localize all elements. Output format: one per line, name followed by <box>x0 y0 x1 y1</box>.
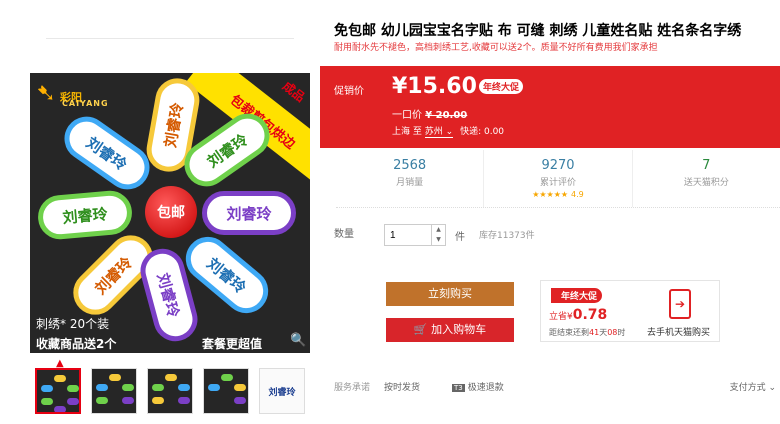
caption-gift: 收藏商品送2个 <box>36 337 117 351</box>
original-price-value: ¥ 20.00 <box>425 110 468 121</box>
main-product-image[interactable]: ➷ 彩阳 CAIYANG 包裁剪包烘边 成品 刘睿玲 刘睿玲 刘睿玲 刘睿玲 刘… <box>30 73 310 353</box>
name-tag: 刘睿玲 <box>55 108 159 198</box>
name-tag: 刘睿玲 <box>36 188 134 242</box>
thumbnail-label: 刘睿玲 <box>268 387 296 398</box>
chevron-down-icon: ⌄ <box>768 383 776 393</box>
price-label: 促销价 <box>334 86 364 97</box>
stat-monthly-sales: 2568 月销量 <box>336 150 485 207</box>
caption-count: 刺绣* 20个装 <box>36 317 110 331</box>
quantity-stepper[interactable]: ▲ ▼ <box>432 224 446 246</box>
payment-methods[interactable]: 支付方式 ⌄ <box>730 380 776 393</box>
countdown-hours-unit: 时 <box>617 328 626 337</box>
save-value: 0.78 <box>572 307 608 323</box>
divider <box>46 38 294 39</box>
rating: ★★★★★ 4.9 <box>484 190 631 199</box>
phone-icon: ➔ <box>669 289 691 319</box>
fast-refund[interactable]: T3 极速退款 <box>452 380 504 393</box>
ribbon-top-text: 成品 <box>279 78 308 105</box>
thumbnail[interactable]: 刘睿玲 <box>259 368 305 414</box>
chevron-down-icon[interactable]: ▼ <box>436 236 441 243</box>
countdown-hours: 08 <box>607 328 618 337</box>
thumbnail[interactable] <box>147 368 193 414</box>
buy-now-button[interactable]: 立刻购买 <box>386 282 514 306</box>
stat-reviews[interactable]: 9270 累计评价 ★★★★★ 4.9 <box>484 150 633 207</box>
rating-score: 4.9 <box>571 190 584 199</box>
free-shipping-badge: 包邮 <box>145 186 197 238</box>
product-title: 免包邮 幼儿园宝宝名字贴 布 可缝 刺绣 儿童姓名贴 姓名条名字绣 <box>334 23 742 39</box>
ship-fee: 快递: 0.00 <box>460 127 505 137</box>
fast-refund-label: 极速退款 <box>467 383 504 393</box>
name-tag: 刘睿玲 <box>202 191 296 235</box>
stat-points: 7 送天猫积分 <box>633 150 780 207</box>
brand-sub: CAIYANG <box>62 99 109 108</box>
quantity-unit: 件 <box>455 232 465 243</box>
stat-label: 送天猫积分 <box>683 178 729 188</box>
stock-count: 库存11373件 <box>479 231 535 241</box>
quantity-label: 数量 <box>334 229 354 240</box>
sales-stats: 2568 月销量 9270 累计评价 ★★★★★ 4.9 7 送天猫积分 <box>336 150 780 208</box>
original-price-label: 一口价 <box>392 110 422 121</box>
promo-badge: 年终大促 <box>479 79 524 94</box>
countdown-days-unit: 天 <box>599 328 608 337</box>
stat-label: 累计评价 <box>539 178 576 188</box>
stat-number: 2568 <box>393 158 427 173</box>
payment-methods-label: 支付方式 <box>729 383 766 393</box>
save-prefix: 立省¥ <box>549 312 573 322</box>
promo-price: ¥15.60 <box>392 74 477 99</box>
add-to-cart-label: 加入购物车 <box>431 323 487 336</box>
magnifier-icon[interactable]: 🔍 <box>290 333 308 351</box>
ship-from: 上海 <box>392 127 411 137</box>
star-icon: ★★★★★ <box>532 190 569 199</box>
promo-tag: 年终大促 <box>551 288 603 303</box>
save-amount: 立省¥0.78 <box>549 307 607 323</box>
thumbnail-strip: 刘睿玲 <box>35 368 305 414</box>
chevron-up-icon[interactable]: ▲ <box>436 226 441 233</box>
caption-bundle: 套餐更超值 <box>202 337 263 351</box>
countdown-days: 41 <box>589 328 600 337</box>
on-time-delivery[interactable]: 按时发货 <box>384 380 420 393</box>
original-price: 一口价 ¥ 20.00 <box>392 106 467 121</box>
countdown: 距结束还剩41天08时 <box>549 327 625 338</box>
mobile-buy-label: 去手机天猫购买 <box>647 328 711 338</box>
refund-icon: T3 <box>452 384 465 392</box>
stat-number: 7 <box>702 158 711 173</box>
bird-icon: ➷ <box>36 79 57 107</box>
mobile-promo-box[interactable]: 年终大促 立省¥0.78 距结束还剩41天08时 ➔ 去手机天猫购买 <box>540 280 720 342</box>
shipping-info: 上海 至 苏州 ⌄ 快递: 0.00 <box>392 124 505 138</box>
brand-logo: ➷ 彩阳 CAIYANG <box>36 79 109 108</box>
service-label: 服务承诺 <box>334 383 371 393</box>
countdown-prefix: 距结束还剩 <box>549 328 589 337</box>
stat-number: 9270 <box>541 158 575 173</box>
product-subtitle: 耐用耐水先不褪色，高档刺绣工艺,收藏可以送2个。质量不好所有费用我们家承担 <box>334 43 658 53</box>
cart-icon: 🛒 <box>413 323 428 336</box>
quantity-input[interactable] <box>384 224 432 246</box>
chevron-down-icon: ⌄ <box>445 127 454 137</box>
ship-to-label: 至 <box>412 127 422 137</box>
ship-to-city: 苏州 <box>424 127 443 137</box>
ship-to-select[interactable]: 苏州 ⌄ <box>424 127 454 138</box>
add-to-cart-button[interactable]: 🛒 加入购物车 <box>386 318 514 342</box>
price-panel: 促销价 ¥15.60 年终大促 一口价 ¥ 20.00 上海 至 苏州 ⌄ 快递… <box>320 66 780 148</box>
thumbnail[interactable] <box>91 368 137 414</box>
stat-label: 月销量 <box>396 178 424 188</box>
thumbnail[interactable] <box>203 368 249 414</box>
thumbnail[interactable] <box>35 368 81 414</box>
